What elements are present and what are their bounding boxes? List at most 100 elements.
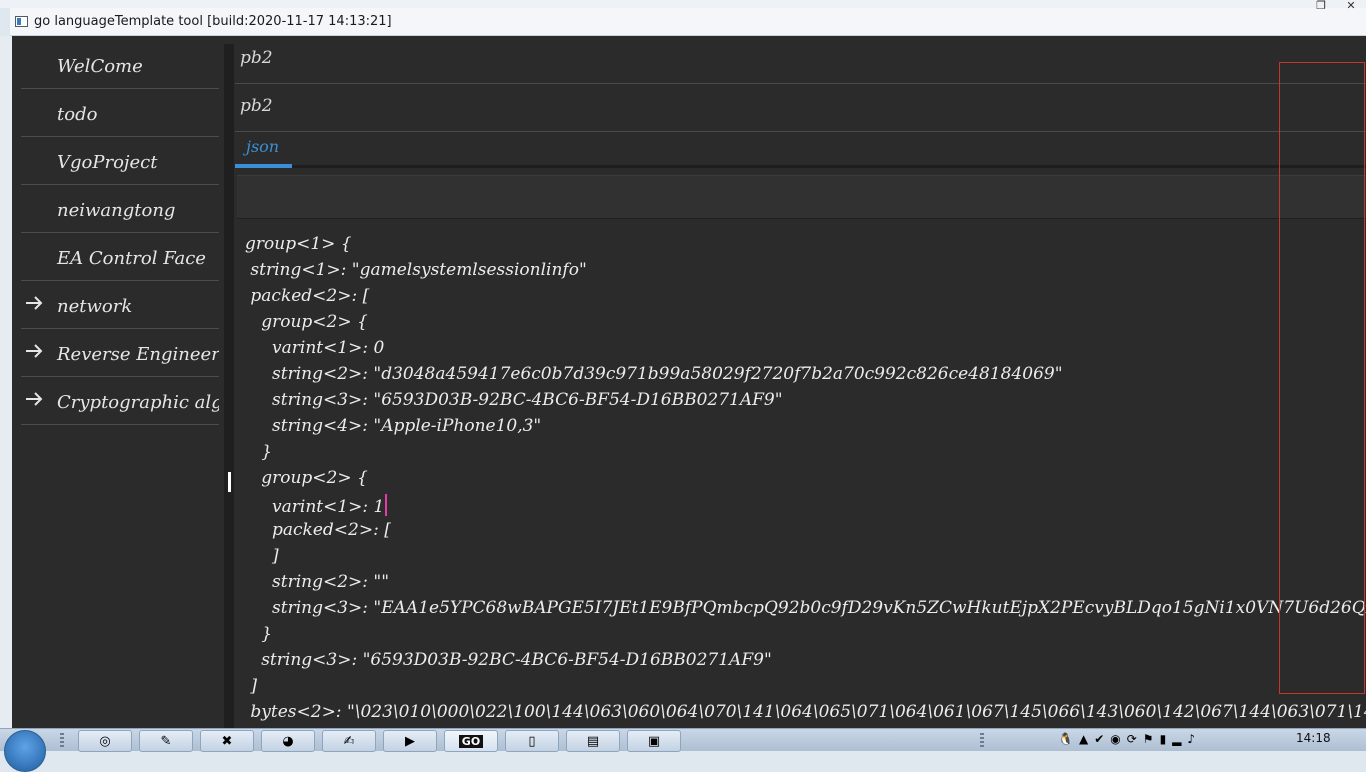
pb-row-label: pb2	[240, 96, 273, 116]
security-icon[interactable]: ✔	[1094, 732, 1104, 746]
json-line-text: ]	[245, 676, 258, 696]
sidebar-item-label: EA Control Face	[57, 248, 206, 269]
json-output-line: string<4>: "Apple-iPhone10,3"	[245, 416, 541, 442]
sidebar-item-label: WelCome	[57, 56, 143, 77]
chrome-icon: ◕	[282, 733, 294, 749]
json-input-field[interactable]	[237, 175, 1366, 219]
desktop-strip	[0, 0, 1366, 8]
arrow-right-icon	[23, 388, 45, 410]
phone-icon: ▯	[528, 733, 536, 749]
json-output-line: }	[245, 624, 272, 650]
json-line-text: }	[245, 442, 273, 462]
sidebar-item-reverse-engineering[interactable]: Reverse Engineering	[21, 330, 219, 377]
json-output-line: packed<2>: [	[245, 286, 369, 312]
taskbar-editor-button[interactable]: ✎	[139, 730, 193, 752]
window-titlebar[interactable]: go languageTemplate tool [build:2020-11-…	[10, 0, 1366, 36]
taskbar-player-button[interactable]: ◎	[78, 730, 132, 752]
taskbar-media-button[interactable]: ▶	[383, 730, 437, 752]
json-output-text[interactable]: group<1> { string<1>: "gamelsystemlsessi…	[245, 232, 1366, 728]
qq-icon[interactable]: 🐧	[1058, 732, 1073, 746]
app-body: WelCome todo VgoProject neiwangtong EA Contr…	[12, 36, 1366, 728]
media-icon: ▶	[405, 733, 415, 749]
window-controls: ❐ ✕	[1306, 0, 1366, 14]
json-line-text: varint<1>: 1	[245, 497, 385, 517]
taskbar-phone-button[interactable]: ▯	[505, 730, 559, 752]
battery-icon[interactable]: ▮	[1160, 732, 1167, 746]
tab-active-indicator	[235, 164, 292, 168]
highlight-box	[1279, 62, 1365, 694]
sidebar-item-label: VgoProject	[57, 152, 158, 173]
json-line-text: }	[245, 624, 273, 644]
taskbar-window-button[interactable]: ▣	[627, 730, 681, 752]
sidebar-item-cryptographic-algo[interactable]: Cryptographic algo	[21, 378, 219, 425]
xmind-icon: ✖	[221, 733, 233, 749]
taskbar: ◎ ✎ ✖ ◕ ✍ ▶ GO ▯ ▤ ▣ 🐧 ▲ ✔ ◉ ⟳ ⚑ ▮ ▂ ♪ 14:18	[0, 728, 1366, 772]
taskbar-notepad-button[interactable]: ✍	[322, 730, 376, 752]
arrow-right-icon	[23, 292, 45, 314]
json-output-line: bytes<2>: "\023\010\000\022\100\144\063\…	[245, 702, 1366, 728]
json-line-text: packed<2>: [	[245, 286, 370, 306]
json-line-text: varint<1>: 0	[245, 338, 385, 358]
pb-row-label: pb2	[240, 48, 273, 68]
json-output-line: ]	[245, 546, 279, 572]
json-output-line: string<3>: "EAA1e5YPC68wBAPGE5I7JEt1E9Bf…	[245, 598, 1366, 624]
taskbar-folder-button[interactable]: ▤	[566, 730, 620, 752]
start-button[interactable]	[4, 730, 46, 772]
json-line-text: ]	[245, 546, 279, 566]
flag-icon[interactable]: ⚑	[1143, 732, 1154, 746]
window-icon: ▣	[647, 733, 661, 749]
sync-icon[interactable]: ⟳	[1127, 732, 1137, 746]
json-output-line: varint<1>: 1	[245, 494, 388, 520]
json-line-text: group<2> {	[245, 468, 368, 488]
json-output-line: group<1> {	[245, 234, 352, 260]
taskbar-xmind-button[interactable]: ✖	[200, 730, 254, 752]
sidebar-item-ea-control-face[interactable]: EA Control Face	[21, 234, 219, 281]
json-line-text: string<3>: "6593D03B-92BC-4BC6-BF54-D16B…	[245, 390, 783, 410]
json-line-text: string<2>: "d3048a459417e6c0b7d39c971b99…	[245, 364, 1063, 384]
sidebar-item-label: Reverse Engineering	[57, 344, 219, 365]
tab-bar-rule	[292, 165, 1366, 168]
main-panel: pb2 pb2 json group<1> { string<1>: "game…	[235, 36, 1366, 728]
editor-icon: ✎	[160, 733, 172, 749]
sidebar-item-label: neiwangtong	[57, 200, 176, 221]
text-caret	[385, 494, 388, 516]
sidebar-item-neiwangtong[interactable]: neiwangtong	[21, 186, 219, 233]
text-cursor-icon	[228, 472, 231, 492]
json-output-line: string<1>: "gamelsystemlsessionlinfo"	[245, 260, 587, 286]
json-line-text: string<3>: "6593D03B-92BC-4BC6-BF54-D16B…	[245, 650, 772, 670]
window-title: go languageTemplate tool [build:2020-11-…	[34, 14, 392, 29]
json-output-line: ]	[245, 676, 257, 702]
json-output-line: string<2>: ""	[245, 572, 389, 598]
taskbar-chrome-button[interactable]: ◕	[261, 730, 315, 752]
pb-row-1[interactable]: pb2	[235, 36, 1366, 84]
sidebar-item-welcome[interactable]: WelCome	[21, 42, 219, 89]
sidebar-item-todo[interactable]: todo	[21, 90, 219, 137]
sidebar-item-network[interactable]: network	[21, 282, 219, 329]
pb-row-2[interactable]: pb2	[235, 84, 1366, 132]
volume-icon[interactable]: ♪	[1187, 732, 1195, 746]
splitter[interactable]	[224, 44, 234, 728]
json-output-line: string<3>: "6593D03B-92BC-4BC6-BF54-D16B…	[245, 650, 772, 676]
sidebar-item-vgoproject[interactable]: VgoProject	[21, 138, 219, 185]
restore-button[interactable]: ❐	[1306, 0, 1336, 14]
shield-icon[interactable]: ▲	[1079, 732, 1088, 746]
json-output-line: packed<2>: [	[245, 520, 391, 546]
json-line-text: string<2>: ""	[245, 572, 390, 592]
taskbar-goland-button[interactable]: GO	[444, 730, 498, 752]
json-line-text: string<3>: "EAA1e5YPC68wBAPGE5I7JEt1E9Bf…	[245, 598, 1366, 618]
json-line-text: string<1>: "gamelsystemlsessionlinfo"	[245, 260, 587, 280]
json-output-line: group<2> {	[245, 468, 368, 494]
tab-json-label: json	[246, 137, 280, 156]
sidebar-item-label: Cryptographic algo	[57, 392, 219, 413]
taskbar-grip	[980, 733, 984, 749]
json-output-line: }	[245, 442, 272, 468]
wifi-icon[interactable]: ◉	[1110, 732, 1120, 746]
close-button[interactable]: ✕	[1336, 0, 1366, 14]
signal-icon[interactable]: ▂	[1172, 732, 1181, 746]
json-line-text: group<1> {	[245, 234, 352, 254]
taskbar-clock[interactable]: 14:18	[1296, 731, 1331, 745]
json-line-text: bytes<2>: "\023\010\000\022\100\144\063\…	[245, 702, 1366, 722]
json-line-text: string<4>: "Apple-iPhone10,3"	[245, 416, 542, 436]
json-output-line: group<2> {	[245, 312, 368, 338]
goland-icon: GO	[458, 734, 484, 748]
